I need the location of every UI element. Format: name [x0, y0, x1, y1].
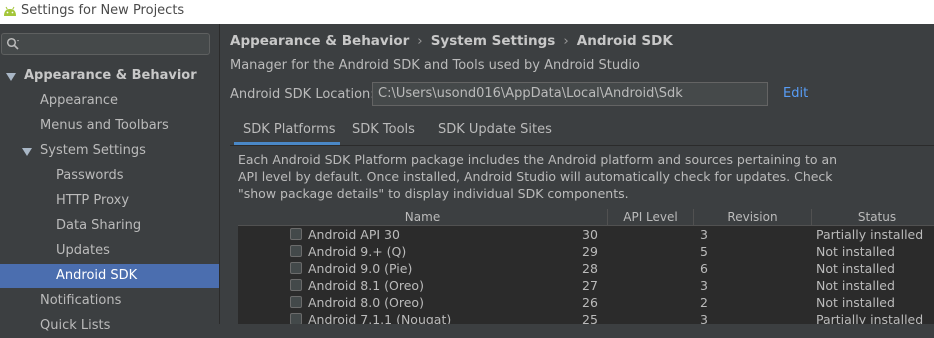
platforms-info-text: Each Android SDK Platform package includ…	[238, 152, 838, 201]
platform-name: Android 7.1.1 (Nougat)	[308, 312, 452, 324]
sdk-location-field[interactable]: C:\Users\usond016\AppData\Local\Android\…	[372, 82, 768, 106]
table-row[interactable]: Android 9.+ (Q) 29 5 Not installed	[238, 243, 934, 260]
sidebar-item-label: System Settings	[40, 143, 146, 158]
table-row[interactable]: Android API 30 30 3 Partially installed	[238, 226, 934, 243]
sidebar-item-label: Updates	[56, 243, 110, 258]
tab-sdk-update-sites[interactable]: SDK Update Sites	[438, 116, 552, 144]
sidebar-item-label: Quick Lists	[40, 318, 111, 333]
sidebar-item-data-sharing[interactable]: Data Sharing	[0, 214, 219, 238]
table-row[interactable]: Android 9.0 (Pie) 28 6 Not installed	[238, 260, 934, 277]
sidebar-item-label: Passwords	[56, 168, 124, 183]
status: Not installed	[816, 261, 895, 276]
android-icon	[4, 6, 16, 16]
install-checkbox[interactable]	[290, 228, 302, 240]
sidebar-item-label: Android SDK	[56, 268, 138, 283]
tabs-divider	[230, 145, 934, 146]
api-level: 25	[582, 312, 598, 324]
expand-arrow-icon[interactable]	[22, 148, 32, 156]
sidebar-item-system-settings[interactable]: System Settings	[0, 139, 219, 163]
table-header: Name API Level Revision Status	[238, 209, 934, 226]
sidebar-item-menus-toolbars[interactable]: Menus and Toolbars	[0, 114, 219, 138]
sidebar-item-label: Data Sharing	[56, 218, 142, 233]
sidebar-item-android-sdk[interactable]: Android SDK	[0, 264, 219, 288]
sidebar-item-label: Appearance & Behavior	[24, 68, 197, 83]
status: Not installed	[816, 295, 895, 310]
sidebar-item-appearance-behavior[interactable]: Appearance & Behavior	[0, 64, 219, 88]
settings-sidebar: Appearance & Behavior Appearance Menus a…	[0, 24, 220, 333]
sidebar-item-label: Notifications	[40, 293, 122, 308]
platform-name: Android 9.0 (Pie)	[308, 261, 413, 276]
status: Not installed	[816, 244, 895, 259]
sidebar-item-http-proxy[interactable]: HTTP Proxy	[0, 189, 219, 213]
breadcrumb-item: Android SDK	[576, 33, 673, 49]
sidebar-item-label: Appearance	[40, 93, 119, 108]
tab-sdk-tools[interactable]: SDK Tools	[352, 116, 415, 144]
platform-name: Android 9.+ (Q)	[308, 244, 407, 259]
sidebar-item-label: Menus and Toolbars	[40, 118, 169, 133]
tab-sdk-platforms[interactable]: SDK Platforms	[243, 116, 336, 144]
column-header-revision[interactable]: Revision	[694, 209, 812, 225]
search-input[interactable]	[1, 33, 210, 55]
platform-name: Android 8.0 (Oreo)	[308, 295, 424, 310]
edit-link[interactable]: Edit	[783, 86, 808, 101]
table-row[interactable]: Android 8.0 (Oreo) 26 2 Not installed	[238, 294, 934, 311]
breadcrumb-item: System Settings	[430, 33, 556, 49]
api-level: 29	[582, 244, 598, 259]
install-checkbox[interactable]	[290, 296, 302, 308]
sidebar-item-quick-lists[interactable]: Quick Lists	[0, 314, 219, 338]
settings-content: Appearance & Behavior › System Settings › An…	[220, 24, 934, 324]
breadcrumb: Appearance & Behavior › System Settings › An…	[230, 33, 673, 49]
install-checkbox[interactable]	[290, 313, 302, 324]
breadcrumb-item: Appearance & Behavior	[230, 33, 410, 49]
status: Partially installed	[816, 312, 924, 324]
sdk-platforms-table: Name API Level Revision Status Android A…	[238, 209, 934, 324]
sidebar-item-appearance[interactable]: Appearance	[0, 89, 219, 113]
platform-name: Android 8.1 (Oreo)	[308, 278, 424, 293]
install-checkbox[interactable]	[290, 262, 302, 274]
revision: 2	[700, 295, 708, 310]
revision: 3	[700, 312, 708, 324]
api-level: 28	[582, 261, 598, 276]
column-header-status[interactable]: Status	[812, 209, 934, 225]
column-header-api-level[interactable]: API Level	[608, 209, 694, 225]
api-level: 27	[582, 278, 598, 293]
api-level: 26	[582, 295, 598, 310]
window-title: Settings for New Projects	[21, 3, 185, 18]
sidebar-item-label: HTTP Proxy	[56, 193, 130, 208]
api-level: 30	[582, 227, 598, 242]
sidebar-item-passwords[interactable]: Passwords	[0, 164, 219, 188]
status: Not installed	[816, 278, 895, 293]
platform-name: Android API 30	[308, 227, 400, 242]
column-header-name[interactable]: Name	[238, 209, 608, 225]
title-bar: Settings for New Projects	[0, 0, 934, 24]
table-row[interactable]: Android 7.1.1 (Nougat) 25 3 Partially in…	[238, 311, 934, 324]
revision: 3	[700, 227, 708, 242]
expand-arrow-icon[interactable]	[6, 73, 16, 81]
revision: 3	[700, 278, 708, 293]
breadcrumb-separator: ›	[417, 33, 423, 49]
sidebar-item-updates[interactable]: Updates	[0, 239, 219, 263]
revision: 5	[700, 244, 708, 259]
search-icon	[6, 37, 19, 50]
revision: 6	[700, 261, 708, 276]
sidebar-item-notifications[interactable]: Notifications	[0, 289, 219, 313]
table-row[interactable]: Android 8.1 (Oreo) 27 3 Not installed	[238, 277, 934, 294]
sdk-location-label: Android SDK Location:	[230, 87, 375, 102]
install-checkbox[interactable]	[290, 279, 302, 291]
page-description: Manager for the Android SDK and Tools us…	[230, 58, 640, 73]
install-checkbox[interactable]	[290, 245, 302, 257]
status: Partially installed	[816, 227, 924, 242]
breadcrumb-separator: ›	[563, 33, 569, 49]
